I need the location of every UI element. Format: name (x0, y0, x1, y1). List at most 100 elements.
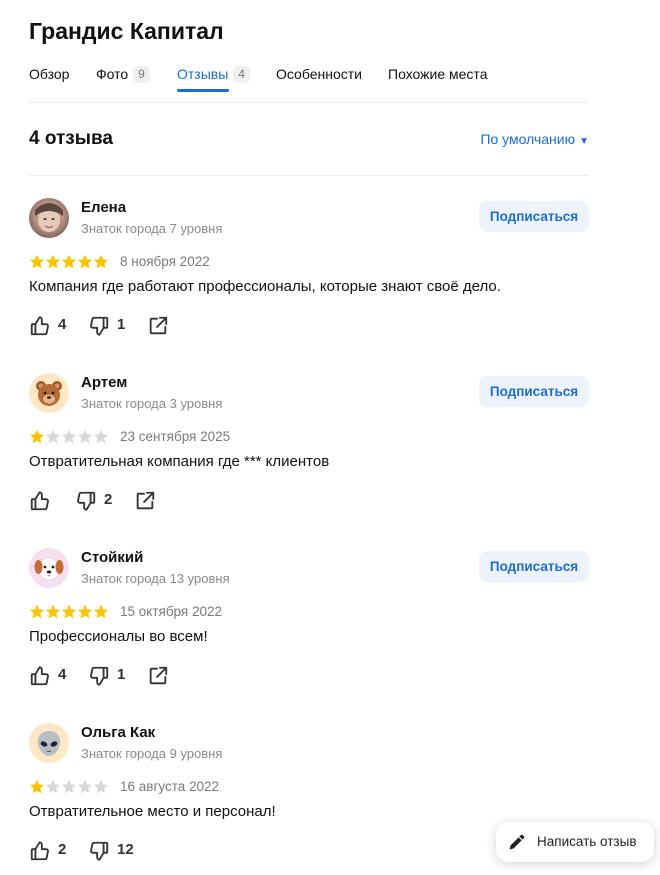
subscribe-button[interactable]: Подписаться (479, 551, 589, 582)
review-date: 15 октября 2022 (120, 604, 223, 619)
star-filled-icon (77, 604, 93, 619)
rating-stars (29, 254, 109, 270)
tab-count-badge: 9 (133, 66, 150, 83)
write-review-button[interactable]: Написать отзыв (496, 822, 654, 862)
sort-dropdown[interactable]: По умолчанию ▼ (480, 131, 589, 147)
subscribe-button[interactable]: Подписаться (479, 376, 589, 407)
dislike-count: 1 (117, 666, 126, 683)
review-author[interactable]: Елена (81, 199, 126, 216)
thumbs-up-icon (30, 666, 49, 686)
avatar[interactable] (29, 373, 69, 413)
pencil-icon (509, 834, 525, 850)
thumbs-down-icon (77, 491, 96, 511)
tab-photos[interactable]: Фото 9 (96, 64, 150, 94)
review-item: Артем Знаток города 3 уровня Подписаться… (29, 373, 589, 543)
star-filled-icon (29, 429, 45, 444)
review-actions: 4 1 (29, 315, 229, 339)
write-review-label: Написать отзыв (537, 834, 637, 849)
tab-bar: Обзор Фото 9 Отзывы 4 Особенности Похожие … (29, 64, 589, 94)
star-empty-icon (77, 429, 93, 444)
tab-overview[interactable]: Обзор (29, 64, 69, 94)
star-filled-icon (61, 254, 77, 269)
review-author-level: Знаток города 7 уровня (81, 221, 223, 236)
thumbs-up-icon (30, 491, 49, 511)
like-count: 2 (58, 841, 67, 858)
tab-features[interactable]: Особенности (276, 64, 362, 94)
star-filled-icon (45, 254, 61, 269)
star-filled-icon (77, 254, 93, 269)
share-icon (149, 316, 168, 335)
star-filled-icon (29, 779, 45, 794)
star-empty-icon (77, 779, 93, 794)
page-title: Грандис Капитал (29, 18, 224, 44)
tabs-divider (29, 102, 589, 103)
review-author-level: Знаток города 13 уровня (81, 571, 230, 586)
dislike-count: 1 (117, 316, 126, 333)
reviews-count-title: 4 отзыва (29, 128, 113, 149)
review-author[interactable]: Стойкий (81, 549, 143, 566)
tab-similar-places[interactable]: Похожие места (388, 64, 487, 94)
review-actions: 2 (29, 490, 229, 514)
dislike-count: 2 (104, 491, 113, 508)
share-icon (149, 666, 168, 685)
dislike-count: 12 (117, 841, 134, 858)
star-filled-icon (29, 254, 45, 269)
review-item: Елена Знаток города 7 уровня Подписаться… (29, 198, 589, 368)
tab-count-badge: 4 (233, 66, 250, 83)
avatar[interactable] (29, 548, 69, 588)
tab-label: Фото (96, 66, 129, 82)
caret-down-icon: ▼ (579, 136, 589, 147)
review-item: Стойкий Знаток города 13 уровня Подписат… (29, 548, 589, 718)
review-actions: 4 1 (29, 665, 229, 689)
like-count: 4 (58, 666, 67, 683)
review-date: 16 августа 2022 (120, 779, 220, 794)
share-icon (136, 491, 155, 510)
star-filled-icon (93, 254, 109, 269)
tab-label: Особенности (276, 66, 362, 82)
sort-label: По умолчанию (480, 131, 576, 147)
alien-emoji-icon (29, 723, 69, 763)
star-empty-icon (45, 429, 61, 444)
review-text: Отвратительная компания где *** клиентов (29, 453, 330, 470)
rating-stars (29, 429, 109, 445)
review-text: Компания где работают профессионалы, кот… (29, 278, 501, 295)
header-divider (29, 175, 589, 176)
dog-emoji-icon (29, 548, 69, 588)
thumbs-up-icon (30, 841, 49, 861)
tab-label: Отзывы (177, 66, 229, 82)
tab-label: Обзор (29, 66, 70, 82)
review-author[interactable]: Ольга Как (81, 724, 155, 741)
review-author-level: Знаток города 9 уровня (81, 746, 223, 761)
star-filled-icon (45, 604, 61, 619)
rating-stars (29, 604, 109, 620)
star-filled-icon (93, 604, 109, 619)
review-author-level: Знаток города 3 уровня (81, 396, 223, 411)
review-date: 8 ноября 2022 (120, 254, 210, 269)
like-count: 4 (58, 316, 67, 333)
thumbs-down-icon (90, 316, 109, 336)
review-text: Отвратительное место и персонал! (29, 803, 276, 820)
avatar[interactable] (29, 198, 69, 238)
bear-emoji-icon (29, 373, 69, 413)
star-empty-icon (61, 429, 77, 444)
thumbs-down-icon (90, 666, 109, 686)
star-filled-icon (29, 604, 45, 619)
star-empty-icon (61, 779, 77, 794)
star-empty-icon (45, 779, 61, 794)
subscribe-button[interactable]: Подписаться (479, 201, 589, 232)
rating-stars (29, 779, 109, 795)
avatar[interactable] (29, 723, 69, 763)
star-filled-icon (61, 604, 77, 619)
tab-label: Похожие места (388, 66, 488, 82)
star-empty-icon (93, 429, 109, 444)
review-actions: 2 12 (29, 840, 229, 864)
review-text: Профессионалы во всем! (29, 628, 208, 645)
review-author[interactable]: Артем (81, 374, 127, 391)
tab-reviews[interactable]: Отзывы 4 (177, 64, 250, 94)
user-photo-icon (29, 198, 69, 238)
thumbs-up-icon (30, 316, 49, 336)
active-tab-indicator (177, 89, 229, 92)
thumbs-down-icon (90, 841, 109, 861)
review-date: 23 сентября 2025 (120, 429, 231, 444)
star-empty-icon (93, 779, 109, 794)
